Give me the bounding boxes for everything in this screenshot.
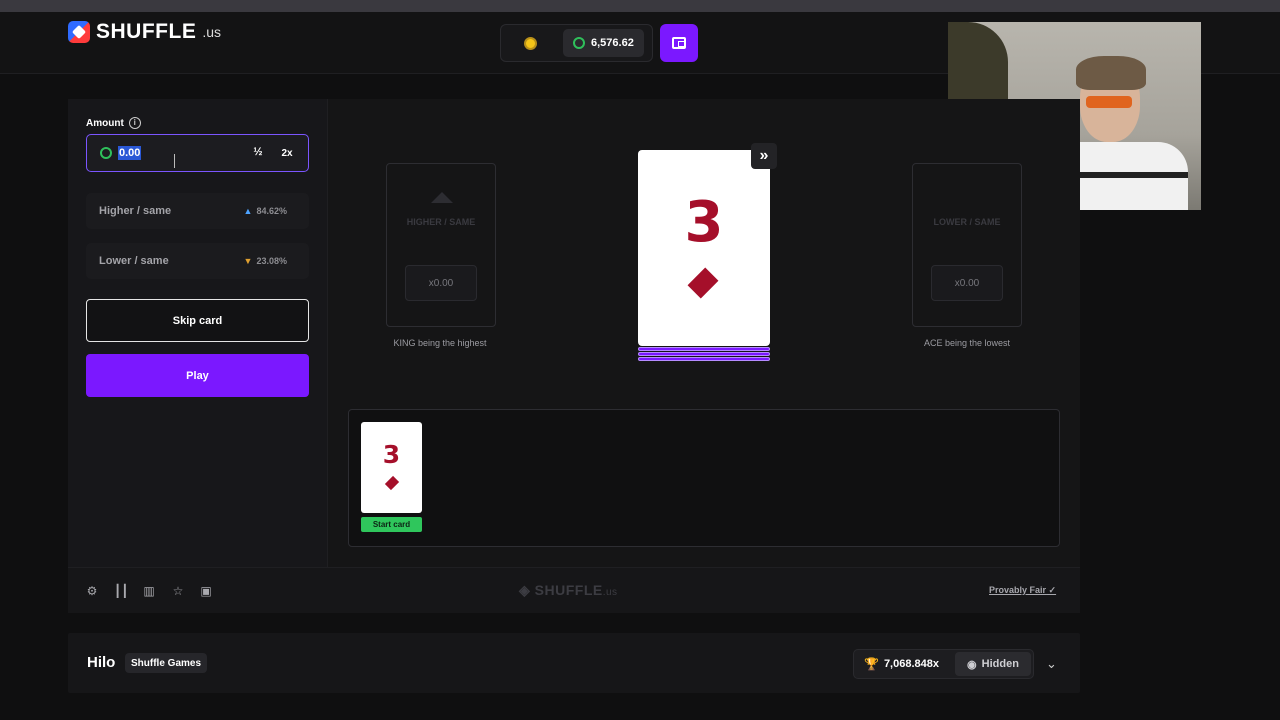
logo-mark-icon	[68, 21, 90, 43]
lower-slot: LOWER / SAME x0.00	[912, 163, 1022, 327]
deck-stack	[638, 345, 770, 363]
lower-same-pct: 23.08%	[256, 256, 287, 266]
logo-tld: .us	[202, 24, 222, 40]
higher-slot: HIGHER / SAME x0.00	[386, 163, 496, 327]
hidden-user-label: Hidden	[981, 658, 1019, 670]
site-logo[interactable]: SHUFFLE .us	[68, 20, 221, 44]
lower-slot-title: LOWER / SAME	[933, 217, 1001, 227]
footer-logo: ◈ SHUFFLE.us	[519, 582, 618, 598]
lower-same-label: Lower / same	[99, 255, 169, 267]
higher-multiplier: x0.00	[405, 265, 477, 301]
briefcase-icon[interactable]: ▣	[199, 584, 213, 598]
webcam-person-glasses	[1086, 96, 1132, 108]
diamond-suit-icon	[687, 267, 719, 299]
higher-same-button[interactable]: Higher / same ▲ 84.62%	[86, 193, 309, 229]
higher-caption: KING being the highest	[393, 338, 487, 348]
top-multiplier-value: 7,068.848x	[883, 658, 939, 670]
info-icon[interactable]: i	[128, 117, 141, 129]
coin-icon	[523, 36, 537, 50]
lower-same-button[interactable]: Lower / same ▼ 23.08%	[86, 243, 309, 279]
higher-same-pct: 84.62%	[256, 206, 287, 216]
text-cursor-icon	[174, 154, 180, 168]
provider-badge[interactable]: Shuffle Games	[125, 653, 208, 673]
current-card: 3	[638, 150, 770, 346]
deck-card-edge	[638, 352, 770, 356]
trophy-icon: 🏆	[863, 657, 879, 671]
balance-pill[interactable]: 6,576.62	[563, 29, 644, 57]
browser-strip	[0, 0, 1280, 12]
provably-fair-text: Provably Fair	[989, 585, 1047, 595]
lower-multiplier: x0.00	[931, 265, 1003, 301]
play-button[interactable]: Play	[86, 354, 309, 397]
card-history	[348, 409, 1060, 547]
balance-value: 6,576.62	[591, 37, 634, 49]
chevron-up-icon	[431, 192, 453, 203]
amount-label: Amount i	[86, 117, 141, 129]
top-multiplier[interactable]: 🏆 7,068.848x	[854, 650, 949, 678]
incognito-icon: ◉	[967, 658, 977, 671]
deck-card-edge	[638, 357, 770, 361]
wallet-icon	[672, 37, 686, 49]
star-icon[interactable]: ☆	[171, 584, 185, 598]
arrow-down-icon: ▼	[243, 256, 253, 266]
lower-same-chance: ▼ 23.08%	[244, 256, 287, 266]
double-amount-button[interactable]: 2x	[276, 146, 298, 162]
stats-icon[interactable]: ▥	[142, 584, 156, 598]
wallet-display: 6,576.62	[500, 24, 653, 62]
game-stats-pill: 🏆 7,068.848x ◉ Hidden	[853, 649, 1034, 679]
diamond-suit-icon	[384, 475, 400, 491]
higher-same-label: Higher / same	[99, 205, 172, 217]
higher-slot-title: HIGHER / SAME	[406, 217, 476, 227]
history-card-rank: 3	[382, 440, 401, 469]
game-title: Hilo	[87, 654, 116, 671]
wallet-button[interactable]	[660, 24, 698, 62]
history-card: 3	[361, 422, 422, 513]
lower-caption: ACE being the lowest	[923, 338, 1011, 348]
amount-value[interactable]: 0.00	[118, 146, 142, 160]
higher-same-chance: ▲ 84.62%	[244, 206, 287, 216]
bar-chart-icon[interactable]: ┃┃	[114, 584, 128, 598]
skip-arrow-button[interactable]: »	[751, 143, 777, 169]
amount-label-text: Amount	[86, 117, 124, 129]
currency-icon	[100, 147, 112, 159]
provably-fair-link[interactable]: Provably Fair ✓	[989, 585, 1056, 596]
webcam-person-hair	[1076, 56, 1146, 90]
logo-text: SHUFFLE	[96, 20, 197, 43]
start-card-badge: Start card	[361, 517, 422, 532]
skip-card-button[interactable]: Skip card	[86, 299, 309, 342]
current-card-rank: 3	[684, 190, 724, 255]
half-amount-button[interactable]: ½	[249, 146, 267, 158]
currency-select-button[interactable]	[501, 25, 559, 61]
settings-icon[interactable]: ⚙	[85, 584, 99, 598]
chevron-down-icon[interactable]: ⌄	[1046, 656, 1057, 672]
deck-card-edge	[638, 347, 770, 351]
footer-logo-tld: .us	[602, 587, 618, 598]
arrow-up-icon: ▲	[243, 206, 253, 216]
currency-icon	[573, 37, 585, 49]
hidden-user-badge[interactable]: ◉ Hidden	[955, 652, 1031, 676]
footer-logo-text: SHUFFLE	[534, 582, 603, 598]
